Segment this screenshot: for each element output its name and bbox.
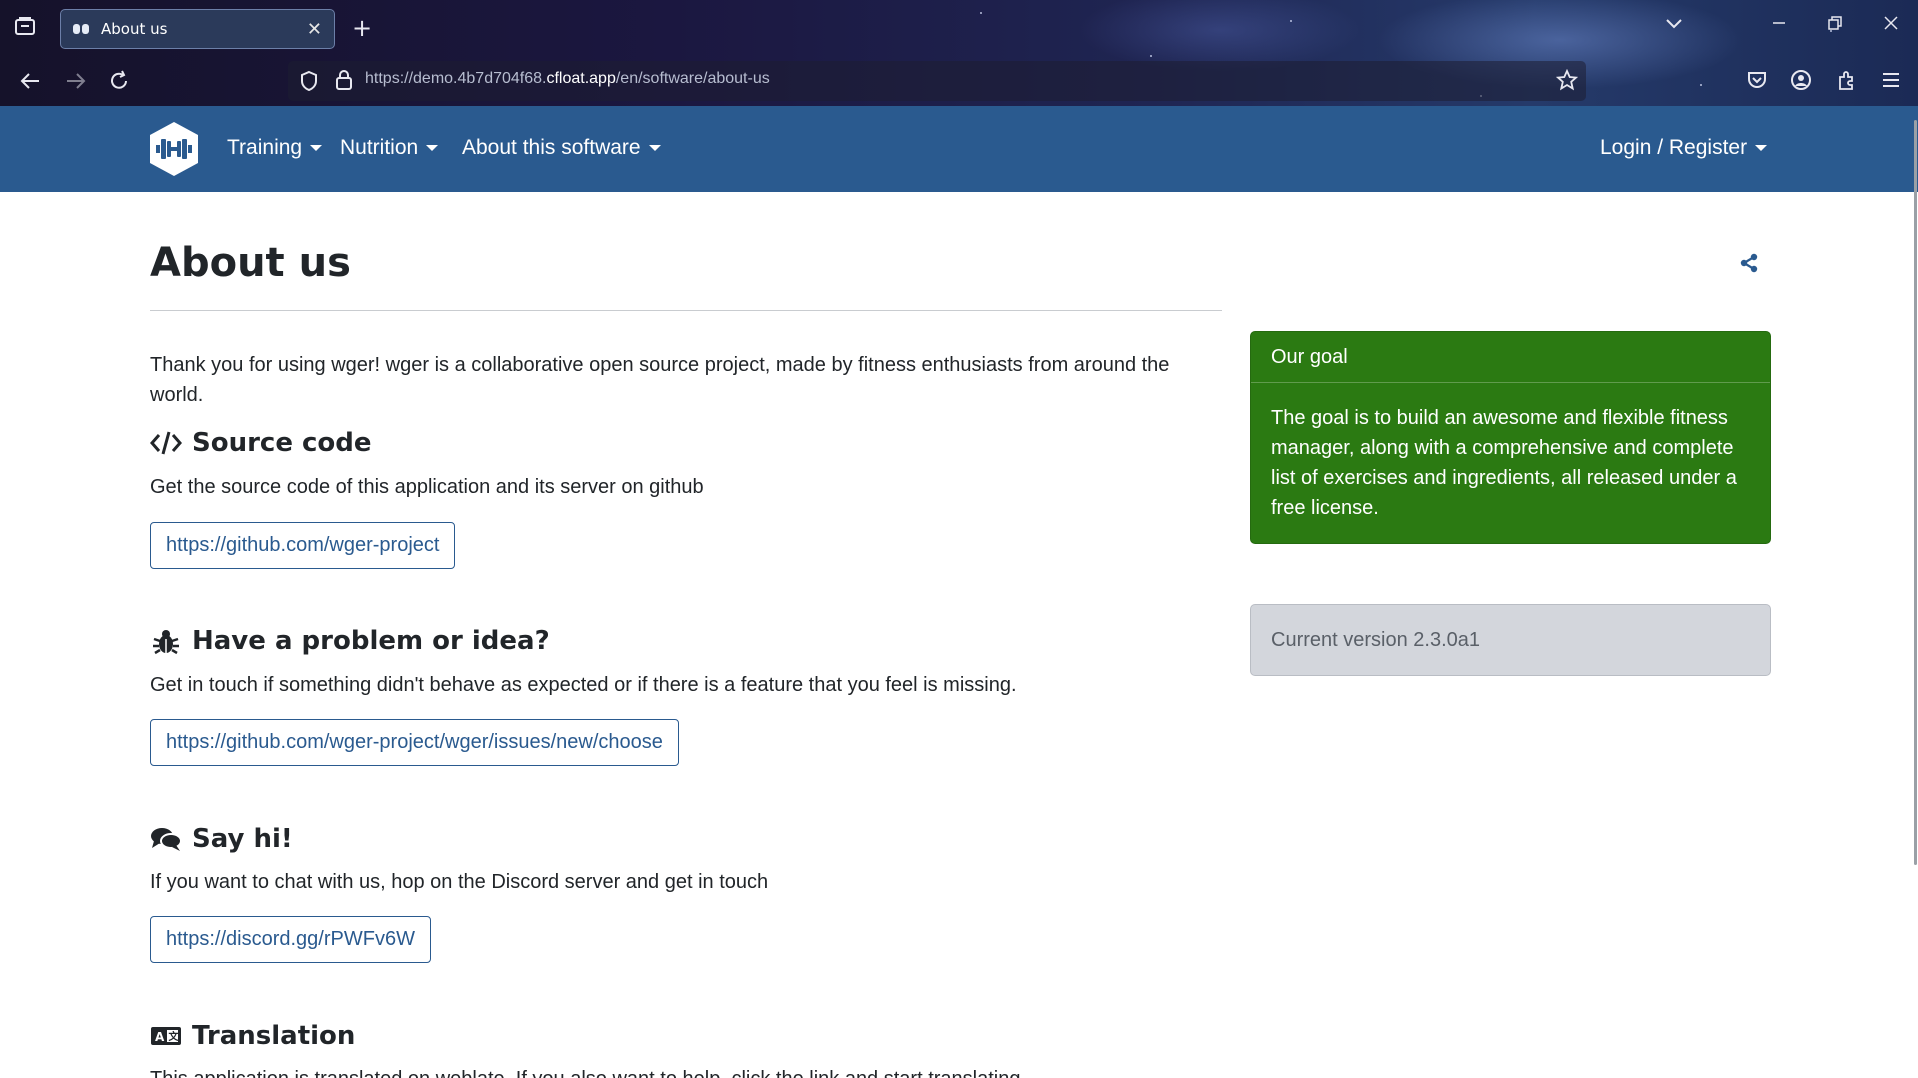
version-text: Current version 2.3.0a1 (1271, 628, 1481, 651)
extensions-icon[interactable] (1836, 69, 1858, 95)
bug-icon (150, 627, 182, 655)
background-star (1700, 84, 1702, 86)
back-icon[interactable] (18, 70, 42, 97)
github-project-link[interactable]: https://github.com/wger-project (150, 522, 456, 569)
code-icon (150, 429, 182, 457)
page-title: About us (150, 240, 351, 286)
reload-icon[interactable] (108, 70, 132, 97)
section-heading-source-code: Source code (150, 428, 372, 458)
close-window-icon[interactable] (1882, 14, 1900, 34)
nav-training[interactable]: Training (227, 136, 323, 160)
background-star (980, 12, 982, 14)
section-text-translation: This application is translated on weblat… (150, 1064, 1020, 1078)
page-scrollbar[interactable] (1914, 120, 1917, 865)
svg-text:A: A (155, 1030, 165, 1044)
pocket-icon[interactable] (1746, 69, 1768, 95)
comments-icon (150, 825, 182, 853)
chevron-down-icon[interactable] (1664, 14, 1684, 34)
svg-text:文: 文 (169, 1030, 180, 1043)
section-heading-translation: A文 Translation (150, 1021, 355, 1051)
minimize-icon[interactable] (1770, 14, 1788, 34)
lock-icon[interactable] (334, 69, 354, 95)
tab-title: About us (101, 20, 168, 38)
section-heading-problem: Have a problem or idea? (150, 626, 550, 656)
github-issues-link[interactable]: https://github.com/wger-project/wger/iss… (150, 719, 679, 766)
bookmark-star-icon[interactable] (1555, 68, 1579, 95)
menu-hamburger-icon[interactable] (1880, 69, 1902, 95)
restore-icon[interactable] (1826, 14, 1844, 34)
goal-card: Our goal The goal is to build an awesome… (1250, 331, 1771, 544)
language-icon: A文 (150, 1022, 182, 1050)
new-tab-icon[interactable]: + (352, 16, 372, 40)
discord-link[interactable]: https://discord.gg/rPWFv6W (150, 916, 431, 963)
dropdown-caret-icon (426, 145, 439, 152)
intro-text: Thank you for using wger! wger is a coll… (150, 354, 1170, 406)
url-text[interactable]: https://demo.4b7d704f68.cfloat.app/en/so… (365, 70, 770, 88)
section-text-source-code: Get the source code of this application … (150, 476, 704, 498)
background-star (1150, 55, 1152, 57)
section-text-say-hi: If you want to chat with us, hop on the … (150, 871, 769, 893)
nav-login-register[interactable]: Login / Register (1600, 136, 1768, 160)
dropdown-caret-icon (1755, 145, 1768, 152)
section-text-problem: Get in touch if something didn't behave … (150, 674, 1017, 696)
nav-nutrition[interactable]: Nutrition (340, 136, 439, 160)
forward-icon[interactable] (64, 70, 88, 97)
account-icon[interactable] (1790, 69, 1812, 95)
close-tab-icon[interactable]: ✕ (307, 19, 322, 40)
title-divider (150, 310, 1222, 311)
wger-logo[interactable] (148, 121, 200, 177)
goal-card-text: The goal is to build an awesome and flex… (1271, 407, 1737, 519)
tracking-shield-icon[interactable] (298, 70, 320, 96)
background-star (1290, 20, 1292, 22)
tab-list-icon[interactable] (14, 16, 36, 39)
dropdown-caret-icon (310, 145, 323, 152)
section-heading-say-hi: Say hi! (150, 824, 293, 854)
dropdown-caret-icon (648, 145, 661, 152)
version-card: Current version 2.3.0a1 (1250, 604, 1771, 676)
goal-card-title: Our goal (1251, 332, 1770, 383)
browser-tab-active[interactable]: About us ✕ (60, 9, 335, 49)
wger-favicon-icon (73, 22, 91, 36)
share-icon[interactable] (1738, 252, 1760, 274)
nav-about-software[interactable]: About this software (462, 136, 661, 160)
